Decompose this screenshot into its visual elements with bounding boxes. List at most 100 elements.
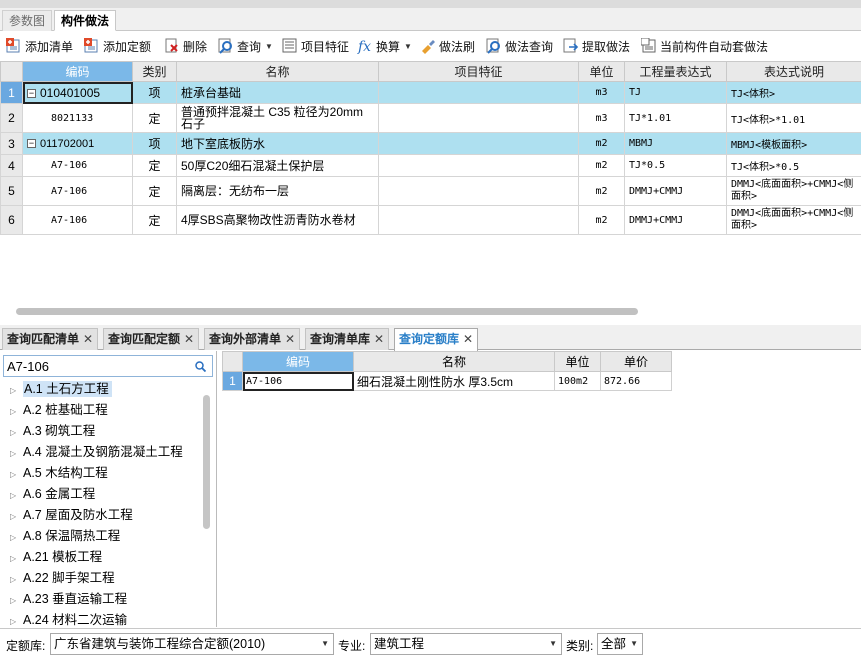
code-cell[interactable]: 8021133 bbox=[22, 103, 133, 133]
method-query-button[interactable]: 做法查询 bbox=[486, 36, 553, 56]
tree-item[interactable]: ▷ A.5 木结构工程 bbox=[0, 463, 210, 484]
name-cell[interactable]: 4厚SBS高聚物改性沥青防水卷材 bbox=[176, 205, 379, 235]
tab-external-list[interactable]: 查询外部清单 ✕ bbox=[204, 328, 301, 350]
unit-cell[interactable]: m2 bbox=[578, 154, 625, 177]
convert-dropdown-icon[interactable]: ▼ bbox=[404, 42, 412, 51]
expression-cell[interactable]: TJ*1.01 bbox=[624, 103, 727, 133]
unit-cell[interactable]: m2 bbox=[578, 205, 625, 235]
type-cell[interactable]: 定 bbox=[132, 103, 177, 133]
expand-icon[interactable]: ▷ bbox=[10, 590, 23, 611]
column-header-feature[interactable]: 项目特征 bbox=[378, 61, 579, 82]
expand-icon[interactable]: ▷ bbox=[10, 527, 23, 548]
expression-desc-cell[interactable]: DMMJ<底面面积>+CMMJ<侧面积> bbox=[726, 176, 861, 206]
unit-cell[interactable]: m2 bbox=[578, 176, 625, 206]
feature-cell[interactable] bbox=[378, 103, 579, 133]
column-header-code[interactable]: 编码 bbox=[22, 61, 133, 82]
column-header-unit[interactable]: 单位 bbox=[578, 61, 625, 82]
column-header-expression[interactable]: 工程量表达式 bbox=[624, 61, 727, 82]
tree-item[interactable]: ▷ A.6 金属工程 bbox=[0, 484, 210, 505]
horizontal-scrollbar[interactable] bbox=[0, 308, 861, 316]
search-input[interactable] bbox=[4, 356, 184, 376]
type-cell[interactable]: 定 bbox=[132, 154, 177, 177]
collapse-icon[interactable]: − bbox=[27, 139, 36, 149]
type-cell[interactable]: 定 bbox=[132, 176, 177, 206]
scrollbar-thumb[interactable] bbox=[16, 308, 638, 315]
expand-icon[interactable]: ▷ bbox=[10, 422, 23, 443]
expand-icon[interactable]: ▷ bbox=[10, 464, 23, 485]
type-cell[interactable]: 定 bbox=[132, 205, 177, 235]
expression-desc-cell[interactable]: TJ<体积> bbox=[726, 81, 861, 104]
table-row[interactable]: 2 8021133 定 普通预拌混凝土 C35 粒径为20mm石子 m3 TJ*… bbox=[0, 103, 861, 133]
tree-item[interactable]: ▷ A.3 砌筑工程 bbox=[0, 421, 210, 442]
expression-cell[interactable]: DMMJ+CMMJ bbox=[624, 205, 727, 235]
chevron-down-icon[interactable]: ▼ bbox=[630, 634, 638, 654]
corner-header[interactable] bbox=[222, 351, 243, 372]
feature-cell[interactable] bbox=[378, 81, 579, 104]
expression-desc-cell[interactable]: DMMJ<底面面积>+CMMJ<侧面积> bbox=[726, 205, 861, 235]
row-number[interactable]: 1 bbox=[0, 81, 23, 104]
expression-cell[interactable]: MBMJ bbox=[624, 132, 727, 155]
feature-cell[interactable] bbox=[378, 176, 579, 206]
tab-component-method[interactable]: 构件做法 bbox=[54, 10, 117, 31]
name-cell[interactable]: 桩承台基础 bbox=[176, 81, 379, 104]
name-cell[interactable]: 地下室底板防水 bbox=[176, 132, 379, 155]
tree-item[interactable]: ▷ A.21 模板工程 bbox=[0, 547, 210, 568]
row-number[interactable]: 1 bbox=[222, 371, 243, 391]
vertical-scrollbar[interactable] bbox=[203, 395, 210, 529]
expand-icon[interactable]: ▷ bbox=[10, 548, 23, 569]
code-cell[interactable]: A7-106 bbox=[22, 154, 133, 177]
expand-icon[interactable]: ▷ bbox=[10, 506, 23, 527]
code-cell[interactable]: −011702001 bbox=[22, 132, 133, 155]
table-row[interactable]: 4 A7-106 定 50厚C20细石混凝土保护层 m2 TJ*0.5 TJ<体… bbox=[0, 154, 861, 177]
code-cell[interactable]: A7-106 bbox=[22, 205, 133, 235]
row-number[interactable]: 6 bbox=[0, 205, 23, 235]
name-cell[interactable]: 隔离层：无纺布一层 bbox=[176, 176, 379, 206]
feature-cell[interactable] bbox=[378, 205, 579, 235]
column-header-name[interactable]: 名称 bbox=[176, 61, 379, 82]
table-row[interactable]: 3 −011702001 项 地下室底板防水 m2 MBMJ MBMJ<模板面积… bbox=[0, 132, 861, 155]
expand-icon[interactable]: ▷ bbox=[10, 485, 23, 506]
method-brush-button[interactable]: 做法刷 bbox=[420, 36, 475, 56]
row-number[interactable]: 2 bbox=[0, 103, 23, 133]
row-number[interactable]: 3 bbox=[0, 132, 23, 155]
tab-match-list[interactable]: 查询匹配清单 ✕ bbox=[2, 328, 99, 350]
tab-match-quota[interactable]: 查询匹配定额 ✕ bbox=[103, 328, 200, 350]
row-number[interactable]: 4 bbox=[0, 154, 23, 177]
query-button[interactable]: 查询 ▼ bbox=[218, 36, 273, 56]
table-row[interactable]: 1 −010401005 项 桩承台基础 m3 TJ TJ<体积> bbox=[0, 81, 861, 104]
expression-cell[interactable]: TJ bbox=[624, 81, 727, 104]
expression-cell[interactable]: TJ*0.5 bbox=[624, 154, 727, 177]
name-cell[interactable]: 普通预拌混凝土 C35 粒径为20mm石子 bbox=[176, 103, 379, 133]
unit-cell[interactable]: 100m2 bbox=[554, 371, 601, 391]
tree-item[interactable]: ▷ A.23 垂直运输工程 bbox=[0, 589, 210, 610]
code-cell[interactable]: A7-106 bbox=[242, 371, 354, 391]
column-header-price[interactable]: 单价 bbox=[600, 351, 672, 372]
add-quota-button[interactable]: 添加定额 bbox=[84, 36, 151, 56]
type-cell[interactable]: 项 bbox=[132, 81, 177, 104]
feature-cell[interactable] bbox=[378, 154, 579, 177]
feature-cell[interactable] bbox=[378, 132, 579, 155]
expression-desc-cell[interactable]: MBMJ<模板面积> bbox=[726, 132, 861, 155]
type-cell[interactable]: 项 bbox=[132, 132, 177, 155]
close-icon[interactable]: ✕ bbox=[374, 332, 384, 346]
unit-cell[interactable]: m3 bbox=[578, 81, 625, 104]
expression-desc-cell[interactable]: TJ<体积>*0.5 bbox=[726, 154, 861, 177]
tree-item[interactable]: ▷ A.4 混凝土及钢筋混凝土工程 bbox=[0, 442, 210, 463]
table-row[interactable]: 6 A7-106 定 4厚SBS高聚物改性沥青防水卷材 m2 DMMJ+CMMJ… bbox=[0, 205, 861, 235]
column-header-type[interactable]: 类别 bbox=[132, 61, 177, 82]
column-header-unit[interactable]: 单位 bbox=[554, 351, 601, 372]
expand-icon[interactable]: ▷ bbox=[10, 443, 23, 464]
tree-item[interactable]: ▷ A.22 脚手架工程 bbox=[0, 568, 210, 589]
tab-quota-library[interactable]: 查询定额库 ✕ bbox=[394, 328, 479, 351]
code-cell[interactable]: A7-106 bbox=[22, 176, 133, 206]
expand-icon[interactable]: ▷ bbox=[10, 380, 23, 401]
column-header-expression-desc[interactable]: 表达式说明 bbox=[726, 61, 861, 82]
auto-apply-method-button[interactable]: 当前构件自动套做法 bbox=[641, 36, 768, 56]
expression-cell[interactable]: DMMJ+CMMJ bbox=[624, 176, 727, 206]
tree-item[interactable]: ▷ A.7 屋面及防水工程 bbox=[0, 505, 210, 526]
category-select[interactable]: 全部 ▼ bbox=[597, 633, 643, 655]
row-number[interactable]: 5 bbox=[0, 176, 23, 206]
expand-icon[interactable]: ▷ bbox=[10, 401, 23, 422]
corner-header[interactable] bbox=[0, 61, 23, 82]
close-icon[interactable]: ✕ bbox=[285, 332, 295, 346]
